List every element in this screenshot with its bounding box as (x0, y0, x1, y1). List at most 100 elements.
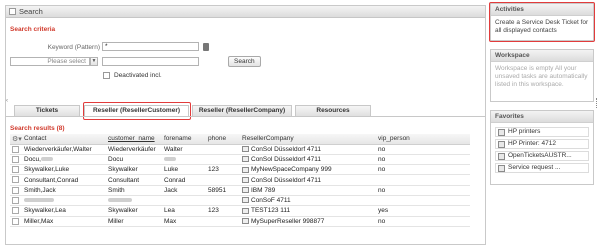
redacted-text (24, 198, 54, 203)
tab-tickets[interactable]: Tickets (14, 105, 80, 116)
redacted-text (164, 157, 176, 162)
keyword-input[interactable]: * (102, 42, 199, 51)
workspace-panel: Workspace Workspace is empty All your un… (490, 49, 594, 102)
cell-forename: Walter (162, 144, 206, 155)
search-panel-title: Search (19, 7, 43, 16)
collapse-icon[interactable]: ‹ (6, 98, 8, 104)
search-button[interactable]: Search (228, 56, 261, 67)
row-checkbox[interactable] (12, 176, 19, 184)
cell-customer-name (106, 195, 162, 207)
gear-icon[interactable]: ⚙▾ (12, 136, 22, 143)
deactivated-checkbox[interactable] (103, 72, 110, 79)
cell-company-text[interactable]: IBM 789 (251, 187, 275, 194)
cell-vip: no (376, 144, 470, 155)
column-settings[interactable]: ⚙▾ (10, 134, 22, 145)
activities-highlight-box (489, 2, 595, 42)
cell-contact[interactable]: Docu, (22, 154, 106, 166)
favorite-label[interactable]: HP Printer: 4712 (508, 140, 556, 148)
tab-resources[interactable]: Resources (295, 105, 371, 116)
table-row[interactable]: ConSoF 4711 (10, 195, 470, 207)
table-row[interactable]: Skywalker,Lea Skywalker Lea 123 TEST123 … (10, 205, 470, 217)
favorite-item[interactable]: Service request ... (495, 163, 589, 173)
favorite-item[interactable]: OpenTicketsAUSTR... (495, 151, 589, 161)
favorite-label[interactable]: OpenTicketsAUSTR... (508, 152, 572, 160)
cell-customer-name: Miller (106, 216, 162, 227)
cell-customer-name: Consultant (106, 174, 162, 186)
chevron-down-icon[interactable]: ▼ (90, 57, 98, 66)
cell-phone (206, 144, 240, 155)
company-icon (242, 166, 249, 173)
tab-highlight-box (83, 102, 191, 120)
company-icon (242, 197, 249, 204)
column-vip-person[interactable]: vip_person (376, 134, 470, 145)
cell-company: TEST123 111 (240, 205, 376, 217)
table-row[interactable]: Skywalker,Luke Skywalker Luke 123 MyNewS… (10, 164, 470, 176)
cell-contact[interactable]: Wiederverkäufer,Walter (22, 144, 106, 155)
row-checkbox[interactable] (12, 217, 19, 225)
row-checkbox[interactable] (12, 145, 19, 153)
row-checkbox[interactable] (12, 166, 19, 174)
tab-reseller-company[interactable]: Reseller (ResellerCompany) (192, 105, 292, 116)
trash-icon[interactable] (203, 43, 209, 51)
cell-forename: Jack (162, 185, 206, 196)
column-forename[interactable]: forename (162, 134, 206, 145)
company-icon (242, 145, 249, 152)
cell-phone (206, 174, 240, 186)
printer-icon (498, 128, 505, 136)
column-reseller-company[interactable]: ResellerCompany (240, 134, 376, 145)
criteria-select[interactable]: Please select (10, 57, 90, 66)
cell-vip: no (376, 216, 470, 227)
row-checkbox[interactable] (12, 197, 19, 205)
cell-company-text[interactable]: ConSol Düsseldorf 4711 (251, 146, 321, 153)
search-panel: Search Search criteria Keyword (Pattern)… (5, 5, 486, 245)
cell-customer-name: Skywalker (106, 164, 162, 176)
company-icon (242, 218, 249, 224)
resize-handle[interactable] (596, 98, 598, 108)
panel-toggle-icon[interactable] (9, 8, 16, 15)
cell-contact[interactable]: Consultant,Conrad (22, 174, 106, 186)
cell-phone: 123 (206, 205, 240, 217)
cell-forename: Conrad (162, 174, 206, 186)
cell-company-text[interactable]: TEST123 111 (251, 207, 290, 214)
ticket-icon (498, 164, 505, 172)
table-row[interactable]: Miller,Max Miller Max MySuperReseller 99… (10, 216, 470, 227)
cell-company: ConSoF 4711 (240, 195, 376, 207)
favorite-item[interactable]: HP Printer: 4712 (495, 139, 589, 149)
cell-vip: no (376, 164, 470, 176)
table-row[interactable]: Docu, Docu ConSol Düsseldorf 4711 no (10, 154, 470, 166)
favorite-item[interactable]: HP printers (495, 127, 589, 137)
table-row[interactable]: Consultant,Conrad Consultant Conrad ConS… (10, 174, 470, 186)
favorite-label[interactable]: Service request ... (508, 164, 560, 172)
column-phone[interactable]: phone (206, 134, 240, 145)
cell-contact[interactable]: Skywalker,Luke (22, 164, 106, 176)
row-checkbox[interactable] (12, 207, 19, 215)
cell-forename: Lea (162, 205, 206, 217)
table-row[interactable]: Wiederverkäufer,Walter Wiederverkäufer W… (10, 144, 470, 155)
criteria-value-input[interactable] (102, 57, 199, 66)
search-panel-titlebar: Search (6, 6, 485, 18)
cell-company: IBM 789 (240, 185, 376, 196)
cell-contact[interactable]: Skywalker,Lea (22, 205, 106, 217)
workspace-title: Workspace (491, 50, 593, 62)
cell-company: MyNewSpaceCompany 999 (240, 164, 376, 176)
deactivated-label: Deactivated incl. (114, 72, 162, 79)
favorite-label[interactable]: HP printers (508, 128, 540, 136)
column-contact[interactable]: Contact (22, 134, 106, 145)
cell-company-text[interactable]: ConSol Düsseldorf 4711 (251, 156, 321, 163)
table-row[interactable]: Smith,Jack Smith Jack 58951 IBM 789 no (10, 185, 470, 196)
cell-phone (206, 216, 240, 227)
cell-contact[interactable]: Smith,Jack (22, 185, 106, 196)
cell-company-text[interactable]: ConSol Düsseldorf 4711 (251, 177, 321, 184)
cell-company-text[interactable]: MySuperReseller 998877 (251, 218, 324, 225)
row-checkbox[interactable] (12, 155, 19, 163)
cell-company-text[interactable]: MyNewSpaceCompany 999 (251, 166, 332, 173)
cell-company: ConSol Düsseldorf 4711 (240, 174, 376, 186)
cell-company-text[interactable]: ConSoF 4711 (251, 197, 291, 204)
cell-contact[interactable]: Miller,Max (22, 216, 106, 227)
cell-contact-text[interactable]: Docu, (24, 156, 41, 163)
cell-contact[interactable] (22, 195, 106, 207)
redacted-text (108, 198, 132, 203)
row-checkbox[interactable] (12, 186, 19, 194)
cell-forename: Max (162, 216, 206, 227)
column-customer-name[interactable]: customer_name (106, 134, 162, 145)
